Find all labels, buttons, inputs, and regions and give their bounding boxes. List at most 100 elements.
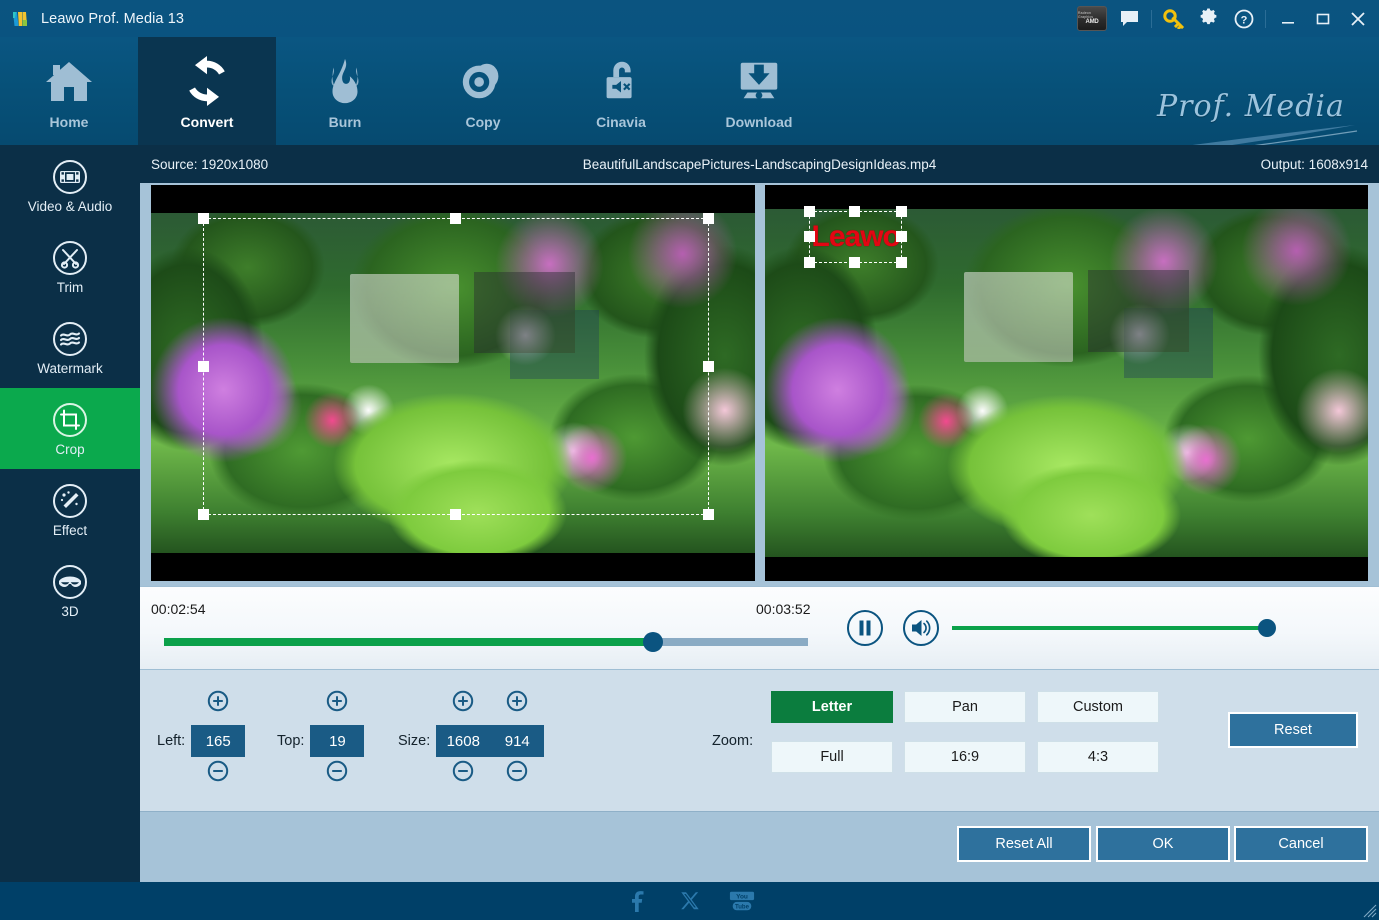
sidebar-item-video-audio[interactable]: Video & Audio [0, 145, 140, 226]
minus-circle-icon[interactable] [506, 760, 528, 782]
watermark-handle-e[interactable] [895, 231, 907, 242]
watermark-handle-se[interactable] [895, 257, 907, 268]
main-nav-bar: Home Convert Burn Copy Cinavia Download … [0, 37, 1379, 166]
seek-handle[interactable] [643, 632, 664, 652]
crop-handle-s[interactable] [450, 509, 461, 520]
plus-circle-icon[interactable] [326, 690, 348, 712]
crop-size-height-value[interactable]: 914 [490, 725, 545, 757]
sidebar-item-watermark[interactable]: Watermark [0, 307, 140, 388]
crop-top-value[interactable]: 19 [310, 725, 365, 757]
crop-handle-w[interactable] [198, 360, 209, 372]
maximize-icon[interactable] [1305, 0, 1340, 37]
x-twitter-icon[interactable] [677, 888, 703, 914]
zoom-preset-4-3[interactable]: 4:3 [1037, 741, 1159, 773]
divider [1265, 9, 1266, 28]
nav-item-convert[interactable]: Convert [138, 37, 276, 145]
zoom-preset-custom[interactable]: Custom [1037, 691, 1159, 723]
cancel-button[interactable]: Cancel [1234, 826, 1368, 862]
crop-handle-n[interactable] [450, 213, 461, 224]
dialog-action-bar: Reset All OK Cancel [140, 811, 1379, 874]
player-bar: 00:02:54 00:03:52 [140, 586, 1379, 669]
nav-label: Burn [328, 114, 362, 130]
crop-handle-sw[interactable] [198, 509, 209, 520]
convert-icon [181, 52, 233, 110]
nav-item-cinavia[interactable]: Cinavia [552, 37, 690, 145]
scissors-icon [51, 239, 89, 277]
watermark-handle-s[interactable] [849, 257, 860, 268]
watermark-handle-w[interactable] [803, 231, 815, 242]
reset-all-button[interactable]: Reset All [957, 826, 1091, 862]
crop-size-height-stepper[interactable]: 914 [490, 690, 545, 782]
sidebar-item-trim[interactable]: Trim [0, 226, 140, 307]
file-name: BeautifulLandscapePictures-LandscapingDe… [582, 156, 937, 172]
amd-graphics-badge[interactable]: Radeon Graphics AMD [1077, 6, 1107, 31]
reset-button[interactable]: Reset [1228, 712, 1358, 748]
question-mark-icon[interactable]: ? [1226, 0, 1261, 37]
crop-marquee[interactable] [198, 213, 714, 520]
nav-item-home[interactable]: Home [0, 37, 138, 145]
crop-top-stepper[interactable]: 19 [310, 690, 365, 782]
zoom-preset-full[interactable]: Full [771, 741, 893, 773]
zoom-label: Zoom: [712, 733, 754, 749]
key-icon[interactable] [1156, 0, 1191, 37]
gear-icon[interactable] [1191, 0, 1226, 37]
watermark-handle-ne[interactable] [895, 206, 907, 217]
current-time: 00:02:54 [151, 601, 206, 617]
crop-icon [51, 401, 89, 439]
sidebar-item-label: Trim [56, 279, 84, 295]
crop-controls-panel: Left: 165 Top: 19 Size: 1608 914 Zoom: L… [140, 669, 1379, 811]
watermark-handle-n[interactable] [849, 206, 860, 217]
window-title: Leawo Prof. Media 13 [41, 10, 185, 27]
svg-text:Tube: Tube [735, 905, 750, 911]
source-preview[interactable] [151, 185, 755, 581]
sidebar-item-effect[interactable]: Effect [0, 469, 140, 550]
crop-left-stepper[interactable]: 165 [191, 690, 246, 782]
sidebar-item-label: Crop [55, 441, 85, 457]
sidebar-item-3d[interactable]: 3D [0, 550, 140, 631]
crop-handle-ne[interactable] [703, 213, 714, 224]
home-icon [43, 52, 95, 110]
close-icon[interactable] [1340, 0, 1375, 37]
watermark-marquee[interactable]: Leawo [803, 206, 907, 268]
crop-handle-se[interactable] [703, 509, 714, 520]
seek-slider[interactable] [164, 632, 808, 652]
volume-handle[interactable] [1258, 619, 1276, 637]
watermark-handle-sw[interactable] [803, 257, 815, 268]
facebook-icon[interactable] [625, 888, 651, 914]
watermark-handle-nw[interactable] [803, 206, 815, 217]
crop-size-width-value[interactable]: 1608 [436, 725, 491, 757]
main-content: Source: 1920x1080 BeautifulLandscapePict… [140, 145, 1379, 920]
ok-button[interactable]: OK [1096, 826, 1230, 862]
zoom-preset-pan[interactable]: Pan [904, 691, 1026, 723]
sidebar-item-label: Watermark [37, 360, 103, 376]
sidebar-item-crop[interactable]: Crop [0, 388, 140, 469]
amd-badge-line2: AMD [1085, 19, 1099, 25]
youtube-icon[interactable]: You Tube [729, 888, 755, 914]
zoom-preset-16-9[interactable]: 16:9 [904, 741, 1026, 773]
volume-slider[interactable] [952, 626, 1270, 630]
minimize-icon[interactable] [1270, 0, 1305, 37]
output-resolution: Output: 1608x914 [1260, 156, 1368, 172]
nav-item-download[interactable]: Download [690, 37, 828, 145]
crop-size-width-stepper[interactable]: 1608 [436, 690, 491, 782]
output-preview[interactable]: Leawo [764, 185, 1368, 581]
speech-bubble-icon[interactable] [1112, 0, 1147, 37]
edit-sidebar: Video & Audio Trim Watermark Crop Effect… [0, 145, 140, 920]
svg-text:You: You [736, 893, 748, 900]
resize-grip[interactable] [1363, 904, 1377, 918]
pause-icon[interactable] [846, 609, 884, 647]
plus-circle-icon[interactable] [452, 690, 474, 712]
speaker-icon[interactable] [902, 609, 940, 647]
minus-circle-icon[interactable] [326, 760, 348, 782]
nav-item-copy[interactable]: Copy [414, 37, 552, 145]
plus-circle-icon[interactable] [207, 690, 229, 712]
crop-handle-e[interactable] [703, 360, 714, 372]
minus-circle-icon[interactable] [452, 760, 474, 782]
crop-handle-nw[interactable] [198, 213, 209, 224]
nav-item-burn[interactable]: Burn [276, 37, 414, 145]
crop-left-value[interactable]: 165 [191, 725, 246, 757]
zoom-preset-letter[interactable]: Letter [771, 691, 893, 723]
plus-circle-icon[interactable] [506, 690, 528, 712]
magic-wand-icon [51, 482, 89, 520]
minus-circle-icon[interactable] [207, 760, 229, 782]
